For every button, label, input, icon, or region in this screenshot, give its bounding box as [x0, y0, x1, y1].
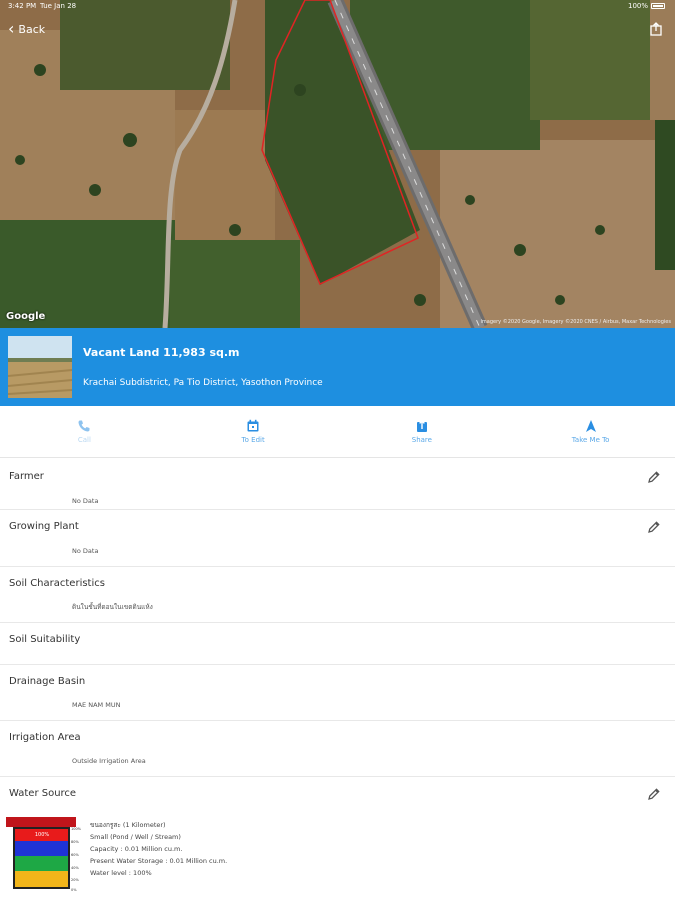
water-level-gauge: 100% 100% 80% 60% 40% 20% 0% — [6, 817, 82, 892]
water-source-name: ขนองกรูสะ (1 Kilometer) — [90, 821, 166, 829]
take-me-to-label: Take Me To — [571, 436, 610, 444]
irrigation-area-section: Irrigation Area Outside Irrigation Area — [0, 721, 675, 777]
soil-characteristics-section: Soil Characteristics ดินในชั้นที่ดอนในเข… — [0, 567, 675, 623]
status-time: 3:42 PM — [8, 2, 37, 10]
pencil-icon[interactable] — [647, 470, 661, 484]
take-me-to-button[interactable]: Take Me To — [506, 406, 675, 457]
land-location: Krachai Subdistrict, Pa Tio District, Ya… — [83, 378, 323, 388]
water-source-level: Water level : 100% — [90, 869, 152, 877]
map-imagery — [0, 0, 675, 328]
level-tick-label: 100% — [71, 827, 82, 831]
tank-percent-label: 100% — [35, 832, 50, 838]
back-button[interactable]: ‹ Back — [8, 19, 46, 38]
soil-suitability-title: Soil Suitability — [9, 634, 81, 645]
farmer-title: Farmer — [9, 471, 44, 482]
water-level-band — [15, 841, 68, 856]
water-level-band — [15, 856, 68, 871]
water-source-section: Water Source 100% 100% 80% 60% 40% 20% 0… — [0, 777, 675, 900]
app-screen: 3:42 PM Tue Jan 28 100% ‹ Back Google Im… — [0, 0, 675, 900]
growing-plant-section: Growing Plant No Data — [0, 510, 675, 567]
share-button[interactable]: Share — [338, 406, 507, 457]
growing-plant-value: No Data — [72, 547, 99, 555]
phone-icon — [78, 420, 90, 432]
satellite-map[interactable]: 3:42 PM Tue Jan 28 100% ‹ Back Google Im… — [0, 0, 675, 328]
level-tick-label: 0% — [71, 888, 77, 892]
irrigation-area-title: Irrigation Area — [9, 732, 81, 743]
status-date: Tue Jan 28 — [40, 2, 77, 10]
chevron-left-icon: ‹ — [8, 19, 15, 38]
edit-label: To Edit — [241, 436, 265, 444]
soil-characteristics-title: Soil Characteristics — [9, 578, 105, 589]
water-source-type: Small (Pond / Well / Stream) — [90, 833, 181, 841]
share-icon — [416, 420, 427, 432]
water-source-storage: Present Water Storage : 0.01 Million cu.… — [90, 857, 228, 865]
water-level-band — [15, 871, 68, 887]
tank-cap — [6, 817, 76, 827]
farmer-section: Farmer No Data — [0, 459, 675, 510]
drainage-basin-section: Drainage Basin MAE NAM MUN — [0, 665, 675, 721]
water-source-capacity: Capacity : 0.01 Million cu.m. — [90, 845, 183, 853]
soil-characteristics-value: ดินในชั้นที่ดอนในเขตดินแห้ง — [72, 603, 153, 611]
call-button[interactable]: Call — [0, 406, 169, 457]
action-bar: Call To Edit Share Take Me To — [0, 406, 675, 458]
level-tick-label: 40% — [71, 866, 79, 870]
level-tick-label: 60% — [71, 853, 79, 857]
battery-indicator: 100% — [628, 2, 665, 10]
calendar-edit-icon — [247, 419, 259, 432]
battery-icon — [651, 3, 665, 9]
level-tick-label: 20% — [71, 878, 79, 882]
navigation-arrow-icon — [585, 420, 596, 432]
pencil-icon[interactable] — [647, 520, 661, 534]
call-label: Call — [77, 436, 91, 444]
water-source-title: Water Source — [9, 788, 77, 799]
battery-percent: 100% — [627, 2, 648, 10]
back-label: Back — [18, 22, 46, 36]
irrigation-area-value: Outside Irrigation Area — [72, 757, 146, 765]
pencil-icon[interactable] — [647, 787, 661, 801]
land-title: Vacant Land 11,983 sq.m — [83, 346, 240, 359]
share-label: Share — [411, 436, 432, 444]
share-icon[interactable] — [649, 22, 663, 36]
farmer-value: No Data — [72, 497, 99, 505]
land-header: Vacant Land 11,983 sq.m Krachai Subdistr… — [0, 328, 675, 406]
drainage-basin-value: MAE NAM MUN — [72, 701, 121, 709]
edit-button[interactable]: To Edit — [169, 406, 338, 457]
status-bar: 3:42 PM Tue Jan 28 100% — [0, 0, 675, 12]
level-tick-label: 80% — [71, 840, 79, 844]
drainage-basin-title: Drainage Basin — [9, 676, 86, 687]
map-credit[interactable]: Imagery ©2020 Google, Imagery ©2020 CNES… — [480, 319, 671, 325]
land-thumbnail[interactable] — [8, 336, 72, 398]
google-logo: Google — [6, 311, 46, 322]
water-source-details: ขนองกรูสะ (1 Kilometer) Small (Pond / We… — [90, 819, 227, 879]
growing-plant-title: Growing Plant — [9, 521, 79, 532]
soil-suitability-section: Soil Suitability — [0, 623, 675, 665]
